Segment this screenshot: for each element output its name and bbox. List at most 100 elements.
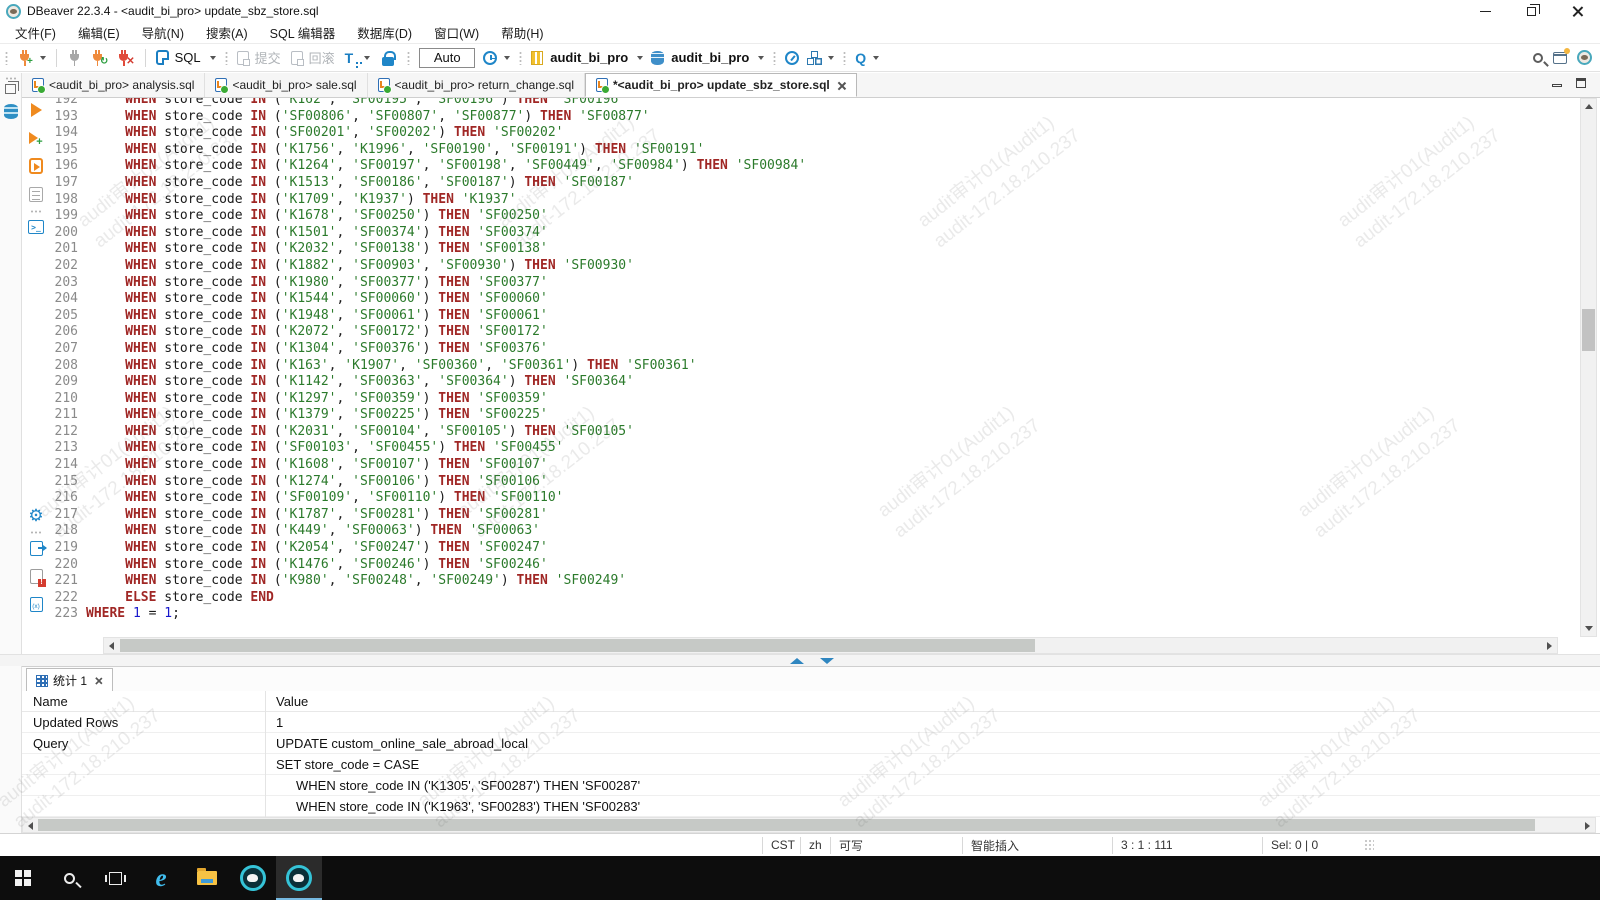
commit-mode-select[interactable]: Auto [419,48,475,68]
new-connection-button[interactable]: + [14,46,36,69]
editor-vertical-scrollbar[interactable] [1580,98,1597,637]
code-line-209[interactable]: 209 WHEN store_code IN ('K1142', 'SF0036… [50,374,1579,391]
editor-settings-button[interactable]: ⚙ [22,503,50,527]
minimize-button[interactable] [1462,0,1508,22]
code-line-192[interactable]: 192 WHEN store_code IN ('K162', 'SF00195… [50,98,1579,109]
code-line-199[interactable]: 199 WHEN store_code IN ('K1678', 'SF0025… [50,208,1579,225]
restore-button[interactable] [1508,0,1554,22]
code-line-213[interactable]: 213 WHEN store_code IN ('SF00103', 'SF00… [50,440,1579,457]
minimize-editor-icon[interactable] [1552,84,1562,87]
validate-script-button[interactable] [22,564,50,588]
vertical-scroll-thumb[interactable] [1582,309,1595,351]
menu-item-navigate[interactable]: 导航(N) [131,21,195,44]
code-line-204[interactable]: 204 WHEN store_code IN ('K1544', 'SF0006… [50,291,1579,308]
sql-editor-dropdown-icon[interactable] [210,56,216,60]
tab-close-icon[interactable] [837,81,846,90]
menu-item-sql-editor[interactable]: SQL 编辑器 [259,21,347,44]
menu-item-file[interactable]: 文件(F) [4,21,67,44]
panel-horizontal-scrollbar[interactable] [22,817,1596,833]
maximize-editor-icon[interactable] [1576,78,1586,88]
horizontal-scroll-thumb[interactable] [120,639,1035,652]
name-column-header[interactable]: Name [22,694,265,709]
splitter-up-icon[interactable] [790,658,804,664]
dashboard-button[interactable] [782,49,802,67]
editor-tab-sale[interactable]: <audit_bi_pro> sale.sql [205,73,367,97]
dbeaver-taskbar-button[interactable] [230,856,276,900]
table-row-4[interactable]: WHEN store_code IN ('K1963', 'SF00283') … [22,796,1600,817]
table-row-2[interactable]: SET store_code = CASE [22,754,1600,775]
restore-view-icon[interactable] [5,84,16,94]
code-line-198[interactable]: 198 WHEN store_code IN ('K1709', 'K1937'… [50,192,1579,209]
splitter-down-icon[interactable] [820,658,834,664]
table-row-1[interactable]: QueryUPDATE custom_online_sale_abroad_lo… [22,733,1600,754]
code-line-219[interactable]: 219 WHEN store_code IN ('K2054', 'SF0024… [50,540,1579,557]
transaction-monitor-dropdown-icon[interactable] [504,56,510,60]
scroll-right-icon[interactable] [1547,642,1552,650]
menu-item-window[interactable]: 窗口(W) [423,21,490,44]
execute-statement-button[interactable] [22,98,50,122]
code-line-214[interactable]: 214 WHEN store_code IN ('K1608', 'SF0010… [50,457,1579,474]
code-line-193[interactable]: 193 WHEN store_code IN ('SF00806', 'SF00… [50,109,1579,126]
editor-tab-return-change[interactable]: <audit_bi_pro> return_change.sql [368,73,585,97]
execute-new-tab-button[interactable]: + [22,126,50,150]
code-line-217[interactable]: 217 WHEN store_code IN ('K1787', 'SF0028… [50,507,1579,524]
code-line-196[interactable]: 196 WHEN store_code IN ('K1264', 'SF0019… [50,158,1579,175]
active-database-dropdown-icon[interactable] [758,56,764,60]
open-sql-console-button[interactable]: >_ [22,215,50,239]
taskbar-search-button[interactable] [46,856,92,900]
code-line-221[interactable]: 221 WHEN store_code IN ('K980', 'SF00248… [50,573,1579,590]
scroll-up-icon[interactable] [1585,104,1593,109]
reconnect-button[interactable]: ↻ [87,46,111,69]
export-from-query-button[interactable] [22,536,50,560]
code-line-220[interactable]: 220 WHEN store_code IN ('K1476', 'SF0024… [50,557,1579,574]
code-line-223[interactable]: 223WHERE 1 = 1; [50,606,1579,623]
execution-plan-button[interactable] [804,49,824,67]
code-line-203[interactable]: 203 WHEN store_code IN ('K1980', 'SF0037… [50,275,1579,292]
code-line-208[interactable]: 208 WHEN store_code IN ('K163', 'K1907',… [50,358,1579,375]
code-line-212[interactable]: 212 WHEN store_code IN ('K2031', 'SF0010… [50,424,1579,441]
code-line-211[interactable]: 211 WHEN store_code IN ('K1379', 'SF0022… [50,407,1579,424]
table-row-0[interactable]: Updated Rows1 [22,712,1600,733]
code-line-202[interactable]: 202 WHEN store_code IN ('K1882', 'SF0090… [50,258,1579,275]
code-line-197[interactable]: 197 WHEN store_code IN ('K1513', 'SF0018… [50,175,1579,192]
sql-editor-button[interactable]: SQL [153,48,206,67]
database-navigator-icon[interactable] [4,104,18,119]
panel-scroll-left-icon[interactable] [28,822,33,830]
script-statistics-button[interactable] [22,592,50,616]
close-button[interactable] [1554,0,1600,22]
quick-search-icon[interactable] [1533,53,1543,63]
active-connection-dropdown-icon[interactable] [637,56,643,60]
explain-plan-button[interactable] [22,182,50,206]
code-line-210[interactable]: 210 WHEN store_code IN ('K1297', 'SF0035… [50,391,1579,408]
menu-item-search[interactable]: 搜索(A) [195,21,259,44]
dbeaver-taskbar-button-active[interactable] [276,856,322,900]
scroll-down-icon[interactable] [1585,626,1593,631]
statistics-tab[interactable]: 统计 1 [26,668,113,692]
code-line-205[interactable]: 205 WHEN store_code IN ('K1948', 'SF0006… [50,308,1579,325]
code-line-201[interactable]: 201 WHEN store_code IN ('K2032', 'SF0013… [50,241,1579,258]
code-line-206[interactable]: 206 WHEN store_code IN ('K2072', 'SF0017… [50,324,1579,341]
transaction-log-button[interactable]: T [342,48,361,68]
code-line-195[interactable]: 195 WHEN store_code IN ('K1756', 'K1996'… [50,142,1579,159]
editor-tab-update-sbz-store[interactable]: *<audit_bi_pro> update_sbz_store.sql [585,73,857,97]
code-line-207[interactable]: 207 WHEN store_code IN ('K1304', 'SF0037… [50,341,1579,358]
file-explorer-button[interactable] [184,856,230,900]
editor-panel-splitter[interactable] [0,654,1600,666]
dbeaver-perspective-icon[interactable] [1577,50,1592,65]
start-button[interactable] [0,856,46,900]
open-perspective-icon[interactable] [1553,52,1567,64]
ie-button[interactable]: e [138,856,184,900]
code-line-194[interactable]: 194 WHEN store_code IN ('SF00201', 'SF00… [50,125,1579,142]
transaction-monitor-button[interactable] [480,49,500,67]
code-line-215[interactable]: 215 WHEN store_code IN ('K1274', 'SF0010… [50,474,1579,491]
panel-scroll-right-icon[interactable] [1585,822,1590,830]
table-row-3[interactable]: WHEN store_code IN ('K1305', 'SF00287') … [22,775,1600,796]
sql-search-button[interactable]: Q [852,48,869,68]
sql-code-editor[interactable]: 192 WHEN store_code IN ('K162', 'SF00195… [50,98,1579,637]
active-connection-select[interactable]: audit_bi_pro [528,48,633,67]
transaction-log-dropdown-icon[interactable] [364,56,370,60]
scroll-left-icon[interactable] [109,642,114,650]
editor-tab-analysis[interactable]: <audit_bi_pro> analysis.sql [22,73,205,97]
disconnect-button[interactable]: ✕ [113,46,137,69]
menu-item-database[interactable]: 数据库(D) [346,21,423,44]
